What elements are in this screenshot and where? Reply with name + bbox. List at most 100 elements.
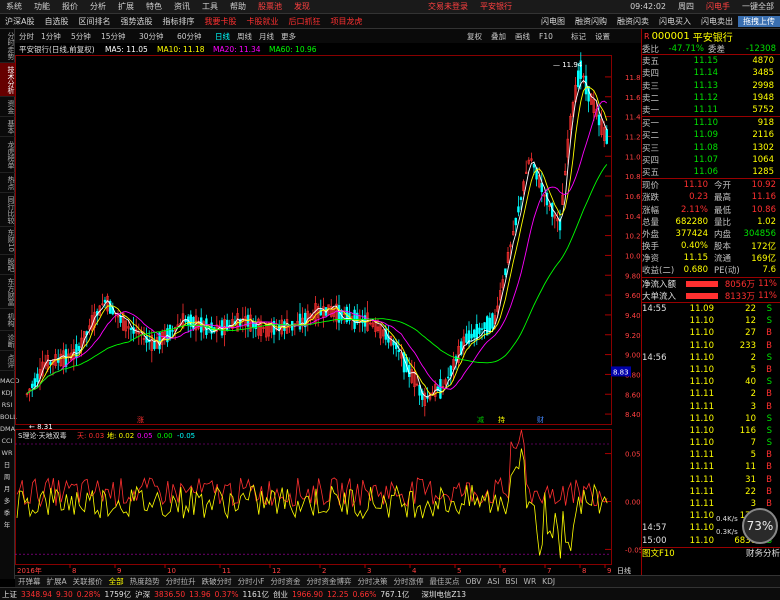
bottom-tab-14[interactable]: ASI xyxy=(484,577,502,586)
bottom-tab-13[interactable]: OBV xyxy=(462,577,484,586)
vtab-forum[interactable]: 股吧 xyxy=(0,255,15,275)
event-marker-0[interactable]: 涨 xyxy=(137,415,144,424)
period-tab-2[interactable]: 5分钟 xyxy=(71,31,91,41)
vtab-funds[interactable]: 资金 xyxy=(0,97,15,117)
flash-sell-button[interactable]: 闪电卖出 xyxy=(696,16,738,27)
menu-discover[interactable]: 发现 xyxy=(288,1,316,12)
indicator-shortcut-1[interactable]: KDJ xyxy=(0,387,14,399)
event-marker-3[interactable]: 财 xyxy=(537,415,544,424)
one-key-all-button[interactable]: 一键全部 xyxy=(736,1,780,12)
flash-trade-button[interactable]: 闪电手 xyxy=(700,1,736,12)
promo-link-2[interactable]: 卡股就业 xyxy=(241,16,283,27)
stock-chart[interactable]: 分时 1分钟 5分钟 15分钟 30分钟 60分钟 日线 周线 月线 更多 复权 叠加 画线 F10 标记设… xyxy=(15,29,641,575)
menu-news[interactable]: 资讯 xyxy=(168,1,196,12)
menu-quote[interactable]: 报价 xyxy=(56,1,84,12)
tab-range-rank[interactable]: 区间排名 xyxy=(73,16,115,27)
period-tab-8[interactable]: 月线 xyxy=(259,31,274,41)
tab-watchlist[interactable]: 自选股 xyxy=(39,16,73,27)
period-tag[interactable]: 日线 xyxy=(617,566,631,575)
menu-feature[interactable]: 特色 xyxy=(140,1,168,12)
indicator-shortcut-3[interactable]: BOLL xyxy=(0,411,17,423)
margin-buy-button[interactable]: 融资闪购 xyxy=(570,16,612,27)
bottom-tab-0[interactable]: 开弹幕 xyxy=(15,576,44,587)
period-tab-5[interactable]: 60分钟 xyxy=(177,31,202,41)
bottom-tab-12[interactable]: 最佳买点 xyxy=(426,576,462,587)
bottom-tab-7[interactable]: 分时小F xyxy=(235,576,268,587)
menu-tools[interactable]: 工具 xyxy=(196,1,224,12)
chart-tool-0[interactable]: 复权 xyxy=(467,31,482,41)
vtab-diagnose[interactable]: 诊断 xyxy=(0,331,15,351)
menu-analysis[interactable]: 分析 xyxy=(84,1,112,12)
bottom-tab-2[interactable]: 关联报价 xyxy=(70,576,106,587)
indicator-shortcut-0[interactable]: MACD xyxy=(0,375,19,387)
period-tab-0[interactable]: 分时 xyxy=(19,31,34,41)
indicator-shortcut-12[interactable]: 年 xyxy=(0,519,14,531)
event-marker-2[interactable]: 持 xyxy=(498,415,505,424)
quote-tab-finance[interactable]: 财务分析 xyxy=(746,547,780,559)
bottom-tab-8[interactable]: 分时资金 xyxy=(267,576,303,587)
menu-function[interactable]: 功能 xyxy=(28,1,56,12)
menu-help[interactable]: 帮助 xyxy=(224,1,252,12)
indicator-shortcut-8[interactable]: 周 xyxy=(0,471,14,483)
index-label-2[interactable]: 创业 xyxy=(271,589,290,600)
chart-tool-4[interactable]: 标记 xyxy=(571,31,586,41)
vtab-dragon-tiger[interactable]: 龙虎榜单 xyxy=(0,137,15,173)
menu-system[interactable]: 系统 xyxy=(0,1,28,12)
promo-link-4[interactable]: 项目龙虎 xyxy=(325,16,367,27)
menu-extend[interactable]: 扩展 xyxy=(112,1,140,12)
vtab-f10[interactable]: 东财10 xyxy=(0,227,15,255)
period-tab-7[interactable]: 周线 xyxy=(237,31,252,41)
vtab-hot[interactable]: 热点 xyxy=(0,173,15,193)
tab-strong-pick[interactable]: 强势选股 xyxy=(115,16,157,27)
bottom-tab-15[interactable]: BSI xyxy=(503,577,521,586)
indicator-shortcut-6[interactable]: WR xyxy=(0,447,14,459)
chart-tool-3[interactable]: F10 xyxy=(539,32,553,41)
bottom-tab-3[interactable]: 全部 xyxy=(106,576,127,587)
bottom-tab-4[interactable]: 热度趋势 xyxy=(127,576,163,587)
quote-tab-f10[interactable]: 图文F10 xyxy=(642,547,675,559)
indicator-shortcut-10[interactable]: 多 xyxy=(0,495,14,507)
period-tab-3[interactable]: 15分钟 xyxy=(101,31,126,41)
vtab-intraday[interactable]: 分时走势 xyxy=(0,29,15,63)
vtab-eastmoney[interactable]: 东方财富 xyxy=(0,275,15,309)
bottom-tab-5[interactable]: 分时拉升 xyxy=(163,576,199,587)
bottom-tab-11[interactable]: 分时涨停 xyxy=(390,576,426,587)
period-tab-9[interactable]: 更多 xyxy=(281,31,296,41)
drag-upload-button[interactable]: 拖拽上传 xyxy=(738,15,780,27)
indicator-shortcut-11[interactable]: 季 xyxy=(0,507,14,519)
tab-indicator-sort[interactable]: 指标排序 xyxy=(157,16,199,27)
chart-tool-2[interactable]: 画线 xyxy=(515,31,530,41)
vtab-technical[interactable]: 技术分析 xyxy=(0,63,15,97)
vtab-institution[interactable]: 机构 xyxy=(0,309,15,331)
flash-chart-button[interactable]: 闪电图 xyxy=(536,16,570,27)
bottom-tab-10[interactable]: 分时决策 xyxy=(354,576,390,587)
index-label-0[interactable]: 上证 xyxy=(0,589,19,600)
chart-tool-5[interactable]: 设置 xyxy=(595,31,610,41)
index-label-1[interactable]: 沪深 xyxy=(133,589,152,600)
menu-stock-pool[interactable]: 股票池 xyxy=(252,1,288,12)
indicator-shortcut-9[interactable]: 月 xyxy=(0,483,14,495)
flash-buy-button[interactable]: 闪电买入 xyxy=(654,16,696,27)
bottom-tab-9[interactable]: 分时资金博弈 xyxy=(303,576,354,587)
indicator-shortcut-2[interactable]: RSI xyxy=(0,399,14,411)
tab-a-shares[interactable]: 沪深A股 xyxy=(0,16,39,27)
indicator-shortcut-7[interactable]: 日 xyxy=(0,459,14,471)
chart-tool-1[interactable]: 叠加 xyxy=(491,31,506,41)
vtab-peer-compare[interactable]: 同行比较 xyxy=(0,193,15,227)
period-tab-1[interactable]: 1分钟 xyxy=(41,31,61,41)
promo-link-3[interactable]: 后口抓狂 xyxy=(283,16,325,27)
bottom-tab-1[interactable]: 扩展A xyxy=(44,576,70,587)
period-tab-6[interactable]: 日线 xyxy=(215,31,230,41)
network-speed-widget[interactable]: 73% xyxy=(742,508,778,544)
bottom-tab-17[interactable]: KDJ xyxy=(539,577,558,586)
period-tab-4[interactable]: 30分钟 xyxy=(139,31,164,41)
vtab-comment[interactable]: 点评 xyxy=(0,351,15,371)
event-marker-1[interactable]: 减 xyxy=(477,415,484,424)
promo-link-1[interactable]: 我要卡股 xyxy=(199,16,241,27)
margin-sell-button[interactable]: 融资闪卖 xyxy=(612,16,654,27)
trade-login-status[interactable]: 交易未登录 xyxy=(422,1,474,12)
bottom-tab-16[interactable]: WR xyxy=(521,577,540,586)
indicator-shortcut-5[interactable]: CCI xyxy=(0,435,14,447)
vtab-basic[interactable]: 基本 xyxy=(0,117,15,137)
indicator-shortcut-4[interactable]: DMA xyxy=(0,423,15,435)
